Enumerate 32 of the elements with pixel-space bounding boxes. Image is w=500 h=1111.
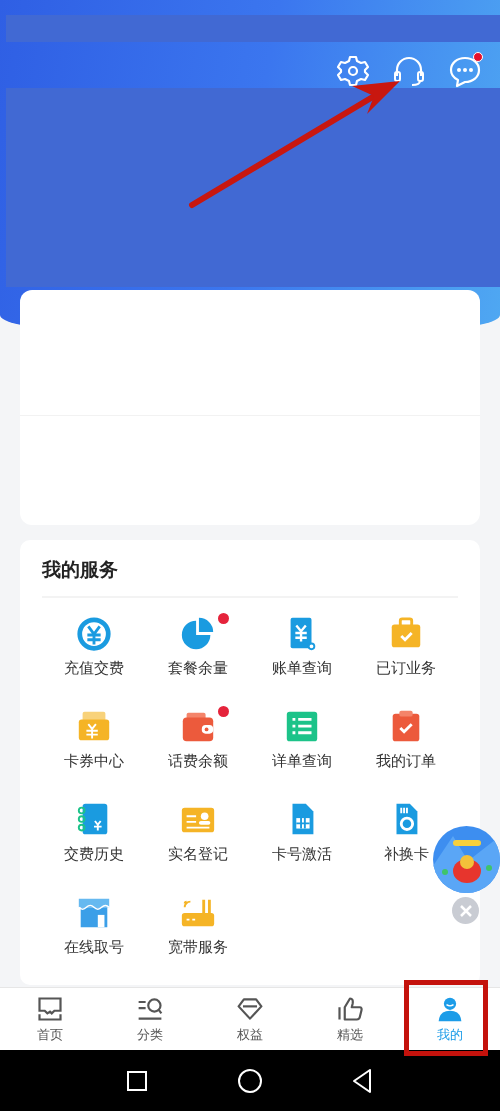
headset-icon[interactable] <box>392 54 426 88</box>
service-label[interactable]: 套餐余量 <box>168 659 228 678</box>
service-label[interactable]: 卡号激活 <box>272 845 332 864</box>
home-tray-icon <box>36 995 64 1023</box>
close-icon <box>458 903 473 918</box>
service-label[interactable]: 在线取号 <box>64 938 124 957</box>
service-label[interactable]: 已订业务 <box>376 659 436 678</box>
service-label[interactable]: 详单查询 <box>272 752 332 771</box>
home-icon[interactable] <box>237 1067 263 1094</box>
category-search-icon <box>136 995 164 1023</box>
notification-dot <box>218 613 229 624</box>
service-label[interactable]: 补换卡 <box>383 845 429 864</box>
service-label[interactable]: 交费历史 <box>64 845 124 864</box>
tab[interactable]: 分类 <box>119 991 181 1048</box>
settings-icon[interactable] <box>336 54 370 88</box>
chat-bubble-icon[interactable] <box>448 54 482 88</box>
service-label[interactable]: 充值交费 <box>64 659 124 678</box>
service-label[interactable]: 账单查询 <box>272 659 332 678</box>
tab[interactable]: 精选 <box>319 991 381 1048</box>
service-label[interactable]: 宽带服务 <box>168 938 228 957</box>
notification-dot <box>218 706 229 717</box>
service-label[interactable]: 实名登记 <box>168 845 228 864</box>
section-title: 我的服务 <box>42 540 458 598</box>
tab[interactable]: 权益 <box>219 991 281 1048</box>
yen-circle-icon[interactable] <box>75 615 113 653</box>
service-label[interactable]: 我的订单 <box>376 752 436 771</box>
service-label[interactable]: 卡券中心 <box>64 752 124 771</box>
person-icon <box>436 995 464 1023</box>
thumbs-up-icon <box>336 995 364 1023</box>
diamond-icon <box>236 995 264 1023</box>
tab[interactable]: 首页 <box>19 991 81 1048</box>
service-label[interactable]: 话费余额 <box>168 752 228 771</box>
